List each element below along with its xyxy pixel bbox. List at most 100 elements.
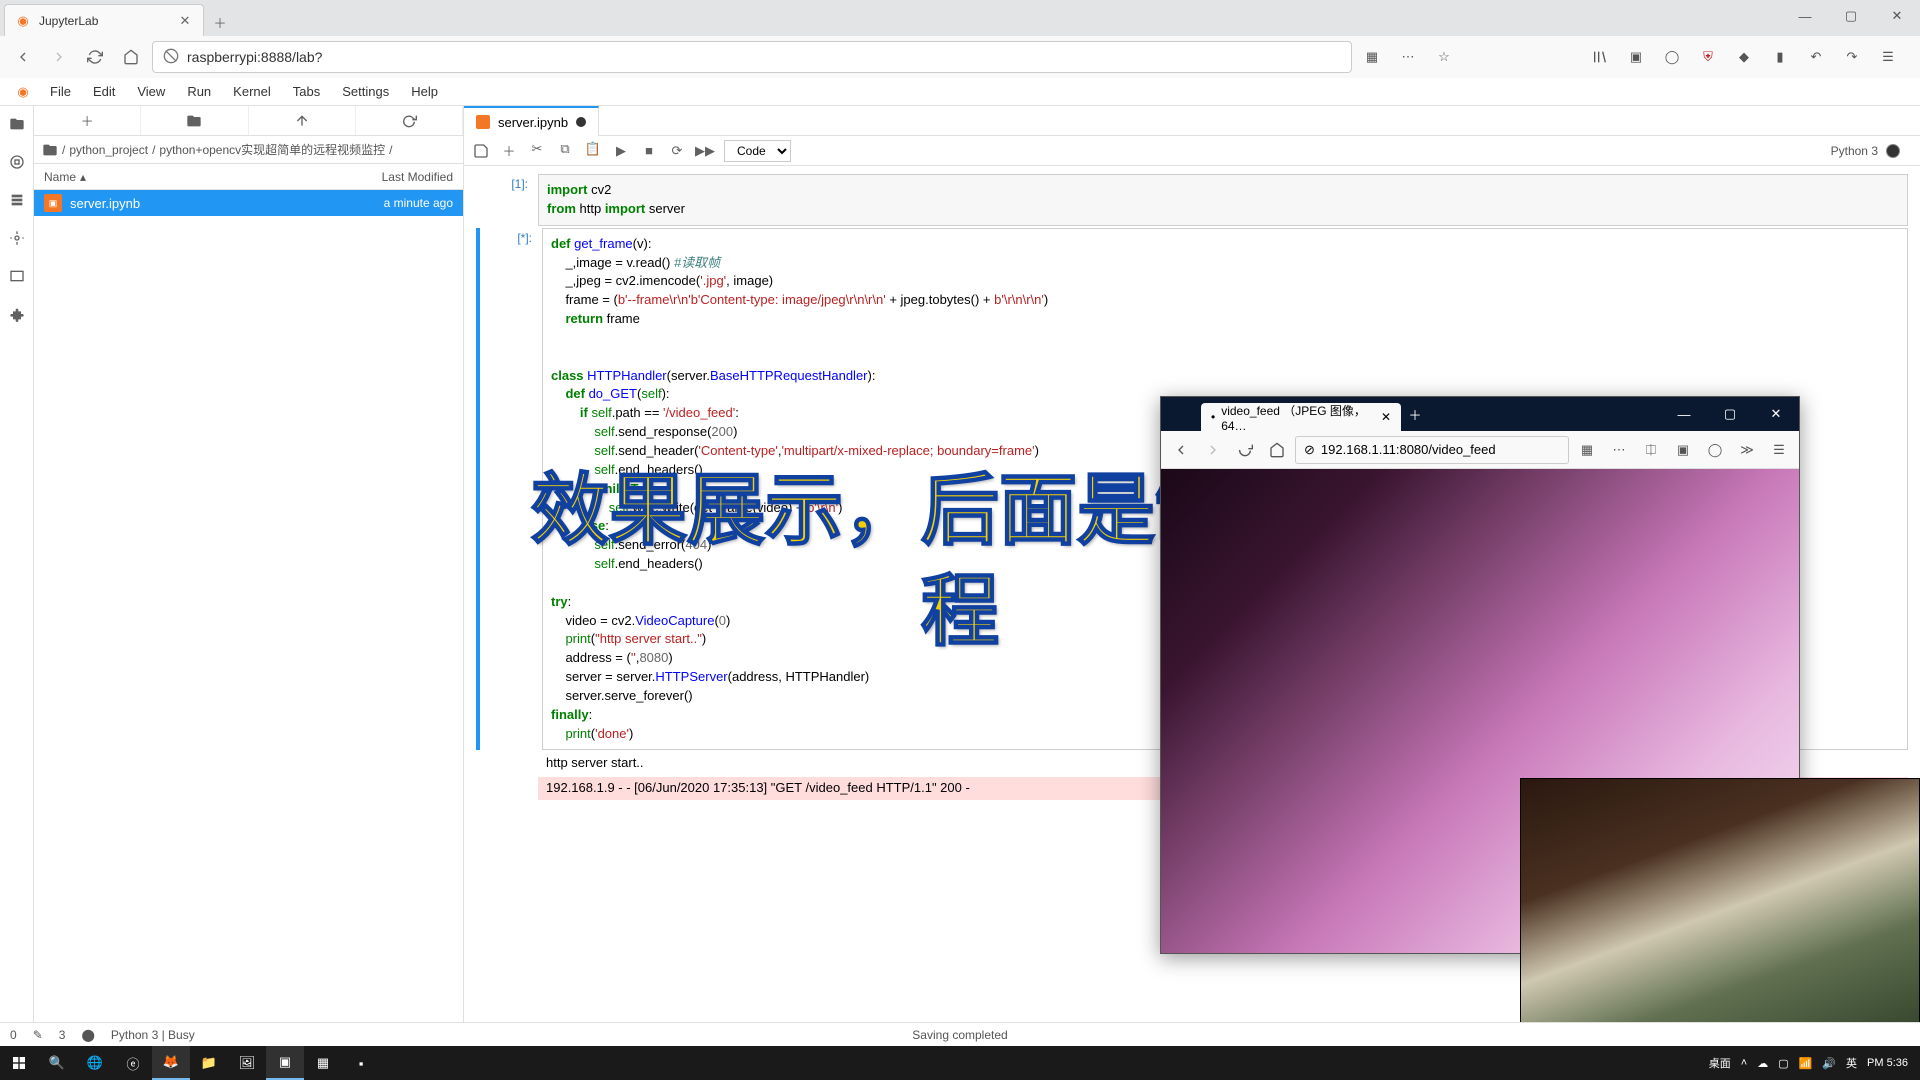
fb-col-modified[interactable]: Last Modified <box>333 170 453 184</box>
reload-button[interactable] <box>80 42 110 72</box>
rail-folder-icon[interactable] <box>7 114 27 134</box>
photos-icon[interactable]: 🖼 <box>228 1046 266 1080</box>
tray-volume-icon[interactable]: 🔊 <box>1822 1057 1836 1070</box>
tray-clock[interactable]: PM 5:36 <box>1867 1057 1908 1069</box>
menu-view[interactable]: View <box>127 80 175 103</box>
rail-commands-icon[interactable] <box>7 190 27 210</box>
jupyter-logo-icon: ◉ <box>8 80 38 104</box>
notebook-icon <box>476 115 490 129</box>
ie-icon[interactable]: ⓔ <box>114 1046 152 1080</box>
bookmark-icon[interactable]: ☆ <box>1430 43 1458 71</box>
tray-ime-mode[interactable]: 英 <box>1846 1055 1857 1071</box>
menu-settings[interactable]: Settings <box>332 80 399 103</box>
menu-help[interactable]: Help <box>401 80 448 103</box>
menu-kernel[interactable]: Kernel <box>223 80 281 103</box>
sidebar-icon[interactable]: ▣ <box>1622 43 1650 71</box>
win2-hamburger-icon[interactable]: ☰ <box>1765 436 1793 464</box>
win2-tab[interactable]: • video_feed （JPEG 图像，64… ✕ <box>1201 403 1401 431</box>
rail-ext-icon[interactable] <box>7 304 27 324</box>
fb-new-folder-button[interactable] <box>141 106 248 135</box>
notebook-file-icon: ▣ <box>44 194 62 212</box>
chrome-icon[interactable]: 🌐 <box>76 1046 114 1080</box>
fb-upload-button[interactable] <box>249 106 356 135</box>
file-row[interactable]: ▣ server.ipynb a minute ago <box>34 190 463 216</box>
ext2-icon[interactable]: ▮ <box>1766 43 1794 71</box>
start-button[interactable] <box>0 1046 38 1080</box>
win2-address-bar[interactable]: ⊘ 192.168.1.11:8080/video_feed <box>1295 436 1569 464</box>
back-button[interactable] <box>8 42 38 72</box>
menu-file[interactable]: File <box>40 80 81 103</box>
stop-button[interactable]: ■ <box>640 143 658 159</box>
more-icon[interactable]: ⋯ <box>1394 43 1422 71</box>
home-button[interactable] <box>116 42 146 72</box>
kernel-busy-icon <box>1886 144 1900 158</box>
minimize-button[interactable]: — <box>1782 0 1828 32</box>
menu-edit[interactable]: Edit <box>83 80 125 103</box>
fb-new-button[interactable]: ＋ <box>34 106 141 135</box>
explorer-icon[interactable]: 📁 <box>190 1046 228 1080</box>
cmd-icon[interactable]: ▪ <box>342 1046 380 1080</box>
win2-forward-button[interactable] <box>1199 436 1227 464</box>
firefox-icon[interactable]: 🦊 <box>152 1046 190 1080</box>
win2-home-button[interactable] <box>1263 436 1291 464</box>
win2-new-tab-button[interactable]: ＋ <box>1401 405 1429 424</box>
win2-more-icon[interactable]: ⋯ <box>1605 436 1633 464</box>
rail-tabs-icon[interactable] <box>7 266 27 286</box>
tab-close-icon[interactable]: ✕ <box>177 13 193 29</box>
code-cell[interactable]: import cv2 from http import server <box>538 174 1908 226</box>
menu-run[interactable]: Run <box>177 80 221 103</box>
tray-app-icon[interactable]: ▢ <box>1778 1057 1788 1070</box>
win2-close-button[interactable]: ✕ <box>1753 397 1799 431</box>
ublock-icon[interactable]: ⛨ <box>1694 43 1722 71</box>
cell-type-select[interactable]: Code <box>724 140 791 162</box>
undo-icon[interactable]: ↶ <box>1802 43 1830 71</box>
win2-tab-close-icon[interactable]: ✕ <box>1381 410 1391 424</box>
rail-property-icon[interactable] <box>7 228 27 248</box>
tray-chevron-icon[interactable]: ˄ <box>1741 1057 1747 1069</box>
restart-button[interactable]: ⟳ <box>668 143 686 159</box>
run-button[interactable]: ▶ <box>612 143 630 159</box>
cut-cell-button[interactable]: ✂ <box>528 141 546 160</box>
paste-cell-button[interactable]: 📋 <box>584 141 602 160</box>
menu-tabs[interactable]: Tabs <box>283 80 330 103</box>
terminal-icon[interactable]: ▣ <box>266 1046 304 1080</box>
fast-forward-button[interactable]: ▶▶ <box>696 143 714 159</box>
win2-reload-button[interactable] <box>1231 436 1259 464</box>
breadcrumb[interactable]: /python_project/python+opencv实现超简单的远程视频监… <box>34 136 463 164</box>
rail-running-icon[interactable] <box>7 152 27 172</box>
hamburger-icon[interactable]: ☰ <box>1874 43 1902 71</box>
kernel-name[interactable]: Python 3 <box>1831 144 1878 158</box>
fb-refresh-button[interactable] <box>356 106 463 135</box>
maximize-button[interactable]: ▢ <box>1828 0 1874 32</box>
sort-asc-icon: ▴ <box>80 170 86 184</box>
address-bar[interactable]: raspberrypi:8888/lab? <box>152 41 1352 73</box>
forward-button[interactable] <box>44 42 74 72</box>
notebook-tab[interactable]: server.ipynb <box>464 106 599 136</box>
win2-account-icon[interactable]: ◯ <box>1701 436 1729 464</box>
tray-desktop-label[interactable]: 桌面 <box>1709 1055 1731 1071</box>
win2-library-icon[interactable]: ⎅ <box>1637 436 1665 464</box>
account-icon[interactable]: ◯ <box>1658 43 1686 71</box>
insecure-icon <box>163 48 179 67</box>
add-cell-button[interactable]: ＋ <box>500 141 518 160</box>
tray-network-icon[interactable]: 📶 <box>1799 1057 1813 1070</box>
ext1-icon[interactable]: ◆ <box>1730 43 1758 71</box>
win2-sidebar-icon[interactable]: ▣ <box>1669 436 1697 464</box>
redo-icon[interactable]: ↷ <box>1838 43 1866 71</box>
browser-tab[interactable]: ◉ JupyterLab ✕ <box>4 4 204 36</box>
win2-back-button[interactable] <box>1167 436 1195 464</box>
copy-cell-button[interactable]: ⧉ <box>556 141 574 160</box>
close-window-button[interactable]: ✕ <box>1874 0 1920 32</box>
tray-onedrive-icon[interactable]: ☁ <box>1757 1057 1768 1070</box>
library-icon[interactable] <box>1586 43 1614 71</box>
new-tab-button[interactable]: ＋ <box>204 8 236 36</box>
win2-overflow-icon[interactable]: ≫ <box>1733 436 1761 464</box>
search-button[interactable]: 🔍 <box>38 1046 76 1080</box>
fb-col-name[interactable]: Name ▴ <box>44 170 333 184</box>
qr-icon[interactable]: ▦ <box>1358 43 1386 71</box>
app-icon[interactable]: ▦ <box>304 1046 342 1080</box>
win2-qr-icon[interactable]: ▦ <box>1573 436 1601 464</box>
win2-minimize-button[interactable]: — <box>1661 397 1707 431</box>
save-button[interactable] <box>472 143 490 159</box>
win2-maximize-button[interactable]: ▢ <box>1707 397 1753 431</box>
